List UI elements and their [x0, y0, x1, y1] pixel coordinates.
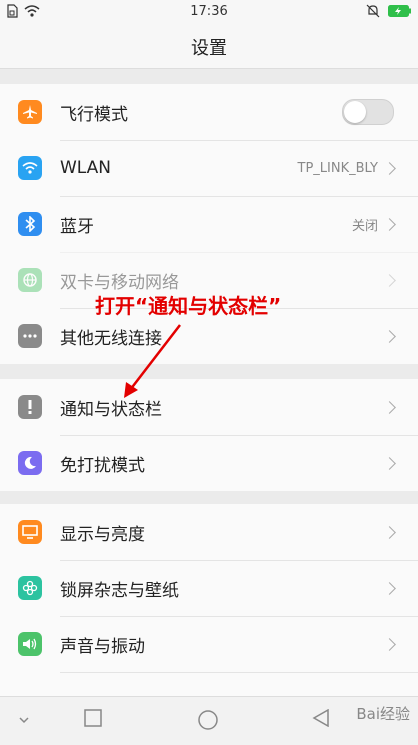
row-do-not-disturb[interactable]: 免打扰模式 [0, 435, 418, 491]
row-label: 飞行模式 [60, 104, 128, 125]
wifi-icon [18, 156, 42, 180]
chevron-right-icon [383, 217, 396, 231]
row-label: 锁屏杂志与壁纸 [60, 580, 179, 601]
annotation-text: 打开“通知与状态栏” [95, 294, 282, 318]
back-button[interactable] [312, 708, 330, 731]
mute-bell-icon [366, 4, 380, 22]
chevron-right-icon [383, 581, 396, 595]
chevron-right-icon [383, 637, 396, 651]
row-label: 通知与状态栏 [60, 399, 162, 420]
row-label: 蓝牙 [60, 216, 94, 237]
speaker-icon [18, 632, 42, 656]
row-bluetooth[interactable]: 蓝牙 关闭 [0, 196, 418, 252]
row-label: 其他无线连接 [60, 328, 162, 349]
airplane-mode-toggle[interactable] [342, 99, 394, 125]
more-dots-icon [18, 324, 42, 348]
chevron-right-icon [383, 273, 396, 287]
row-label: 双卡与移动网络 [60, 272, 179, 293]
title-bar: 设置 [0, 24, 418, 69]
chevron-right-icon [383, 161, 396, 175]
chevron-right-icon [383, 525, 396, 539]
row-value: TP_LINK_BLY [297, 160, 378, 176]
status-bar: 17:36 [0, 0, 418, 24]
bottom-nav-bar [0, 696, 418, 745]
flower-icon [18, 576, 42, 600]
row-sound-vibration[interactable]: 声音与振动 [0, 616, 418, 672]
row-label: 显示与亮度 [60, 524, 145, 545]
watermark: Bai经验 [356, 705, 410, 723]
globe-icon [18, 268, 42, 292]
row-wlan[interactable]: WLAN TP_LINK_BLY [0, 140, 418, 196]
page-title: 设置 [191, 38, 227, 59]
row-label: WLAN [60, 158, 112, 178]
row-value: 关闭 [351, 218, 378, 234]
row-display-brightness[interactable]: 显示与亮度 [0, 504, 418, 560]
exclamation-icon [18, 395, 42, 419]
row-airplane-mode[interactable]: 飞行模式 [0, 84, 418, 140]
home-button[interactable] [197, 709, 219, 735]
row-label: 声音与振动 [60, 636, 145, 657]
row-notifications-status-bar[interactable]: 通知与状态栏 [0, 379, 418, 435]
moon-icon [18, 451, 42, 475]
settings-group-notifications: 通知与状态栏 免打扰模式 [0, 379, 418, 491]
bluetooth-icon [18, 212, 42, 236]
recent-apps-button[interactable] [84, 709, 102, 731]
chevron-right-icon [383, 329, 396, 343]
airplane-icon [18, 100, 42, 124]
chevron-right-icon [383, 456, 396, 470]
chevron-down-icon[interactable] [18, 711, 30, 730]
settings-group-connectivity: 飞行模式 WLAN TP_LINK_BLY 蓝牙 关闭 双卡与移动网络 其他无线… [0, 84, 418, 364]
chevron-right-icon [383, 400, 396, 414]
battery-charging-icon [388, 5, 412, 21]
status-time: 17:36 [190, 4, 228, 19]
row-lockscreen-wallpaper[interactable]: 锁屏杂志与壁纸 [0, 560, 418, 616]
row-label: 免打扰模式 [60, 455, 145, 476]
settings-group-display: 显示与亮度 锁屏杂志与壁纸 声音与振动 [0, 504, 418, 700]
monitor-icon [18, 520, 42, 544]
